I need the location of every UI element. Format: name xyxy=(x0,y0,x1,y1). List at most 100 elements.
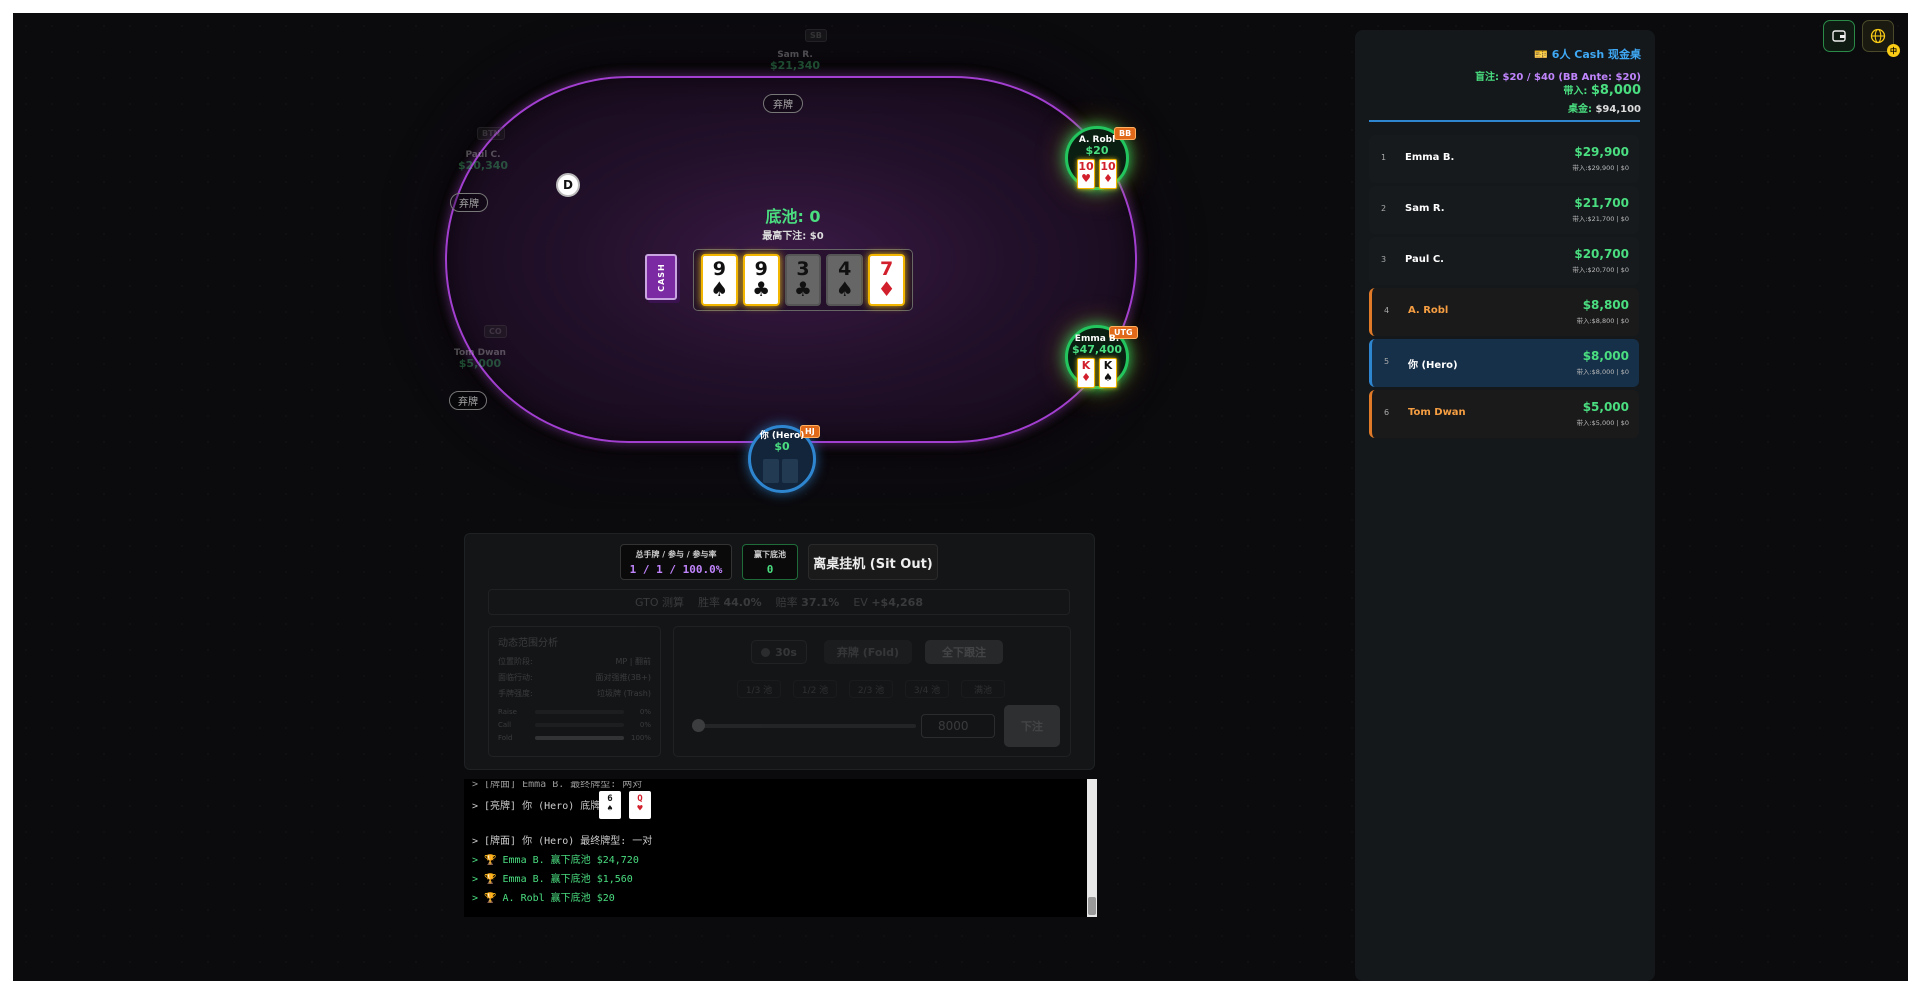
board-card: 3 ♣ xyxy=(784,254,822,306)
player-stack: $20,340 xyxy=(457,159,509,173)
seat-co: Tom Dwan $5,000 xyxy=(440,348,520,371)
pot-total: 底池: 0 xyxy=(765,207,821,226)
player-stack: $0 xyxy=(774,440,790,454)
preset-button[interactable]: 1/3 池 xyxy=(737,680,781,698)
log-card: 6 ♠ xyxy=(599,791,621,819)
seat-btn: Paul C. $20,340 xyxy=(443,150,523,173)
seat-utg-hole-cards: K ♦ K ♠ xyxy=(1077,358,1117,388)
bet-button[interactable]: 下注 xyxy=(1004,705,1060,747)
total-chips-info: 桌金: $94,100 xyxy=(1567,104,1641,115)
ev-value: EV +$4,268 xyxy=(853,595,923,609)
log-line: > [牌面] Emma B. 最终牌型: 两对 xyxy=(472,781,643,789)
card-back xyxy=(782,459,798,483)
table-sidebar: 🎫 6人 Cash 现金桌 盲注: $20 / $40 (BB Ante: $2… xyxy=(1355,30,1655,981)
range-title: 动态范围分析 xyxy=(498,638,558,649)
seat-utg: Emma B. $47,400 xyxy=(1057,334,1137,357)
max-bet: 最高下注: $0 xyxy=(762,231,824,242)
log-line: > 🏆 A. Robl 赢下底池 $20 xyxy=(472,893,615,904)
deck: CASH xyxy=(645,254,677,300)
win-rate: 胜率 44.0% xyxy=(698,596,762,609)
hands-stats: 总手牌 / 参与 / 参与率 1 / 1 / 100.0% xyxy=(620,544,732,580)
seat-btn-badge: BTN xyxy=(477,121,506,140)
blinds-info: 盲注: $20 / $40 (BB Ante: $20) xyxy=(1475,72,1641,83)
board-card: 9 ♠ xyxy=(701,254,738,306)
wallet-icon xyxy=(1832,30,1846,42)
board-card: 9 ♣ xyxy=(742,254,780,306)
sidebar-divider xyxy=(1369,120,1640,122)
leaderboard-row: 6 Tom Dwan $5,000 带入:$5,000 | $0 xyxy=(1369,390,1639,438)
wallet-button[interactable] xyxy=(1823,20,1855,52)
log-card: Q ♥ xyxy=(629,791,651,819)
seat-bb: A. Robl $20 xyxy=(1057,135,1137,158)
log-scrollbar-thumb[interactable] xyxy=(1088,897,1096,915)
range-row: 面临行动: 面对强推(3B+) xyxy=(498,673,651,682)
seat-sb-badge: SB xyxy=(805,23,827,42)
leaderboard-row: 5你 (Hero) $8,000 带入:$8,000 | $0 xyxy=(1369,339,1639,387)
hole-card: 10 ♥ xyxy=(1077,159,1095,189)
dealer-button: D xyxy=(556,173,580,197)
table-title: 🎫 6人 Cash 现金桌 xyxy=(1534,48,1641,61)
range-row: 位置阶段: MP | 翻前 xyxy=(498,657,651,666)
seat-btn-fold-status: 弃牌 xyxy=(450,193,488,212)
player-stack: $21,340 xyxy=(769,59,821,73)
all-in-call-button[interactable]: 全下跟注 xyxy=(925,640,1003,664)
log-line: > [牌面] 你 (Hero) 最终牌型: 一对 xyxy=(472,836,653,847)
preset-button[interactable]: 满池 xyxy=(961,680,1005,698)
player-stack: $47,400 xyxy=(1071,343,1123,357)
bet-presets: 1/3 池 1/2 池 2/3 池 3/4 池满池 xyxy=(737,680,1005,698)
fold-button[interactable]: 弃牌 (Fold) xyxy=(824,640,912,664)
bet-amount-input[interactable]: 8000 xyxy=(921,714,995,738)
language-badge: 中 xyxy=(1887,44,1900,57)
gto-label: GTO 测算 xyxy=(634,596,684,609)
board-card: 7 ♦ xyxy=(868,254,905,306)
seat-bb-hole-cards: 10 ♥ 10 ♦ xyxy=(1077,159,1117,189)
freq-row: Fold 100% xyxy=(498,734,651,742)
hands-stats-label: 总手牌 / 参与 / 参与率 xyxy=(635,550,717,559)
preset-button[interactable]: 1/2 池 xyxy=(793,680,837,698)
seat-co-badge: CO xyxy=(484,319,507,338)
seat-co-fold-status: 弃牌 xyxy=(449,391,487,410)
seat-sb-fold-status: 弃牌 xyxy=(763,94,803,113)
hands-stats-value: 1 / 1 / 100.0% xyxy=(629,563,723,576)
globe-icon xyxy=(1870,28,1886,44)
pot-odds: 赔率 37.1% xyxy=(775,596,840,609)
freq-row: Raise 0% xyxy=(498,708,651,716)
preset-button[interactable]: 3/4 池 xyxy=(905,680,949,698)
range-analysis: 动态范围分析 位置阶段: MP | 翻前 面临行动: 面对强推(3B+) 手牌强度: 垃圾… xyxy=(488,626,661,757)
log-line: > [亮牌] 你 (Hero) 底牌: xyxy=(472,801,607,812)
log-scrollbar[interactable] xyxy=(1087,779,1097,917)
deck-label: CASH xyxy=(656,262,666,292)
leaderboard-row: 3 Paul C. $20,700 带入:$20,700 | $0 xyxy=(1369,237,1639,285)
seat-hero: 你 (Hero) $0 xyxy=(742,431,822,454)
leaderboard-row: 2 Sam R. $21,700 带入:$21,700 | $0 xyxy=(1369,186,1639,234)
range-row: 手牌强度: 垃圾牌 (Trash) xyxy=(498,689,651,698)
slider-handle[interactable] xyxy=(692,719,705,732)
card-back xyxy=(763,459,779,483)
hole-card: K ♦ xyxy=(1077,358,1095,388)
timer-dot-icon xyxy=(761,647,771,657)
pots-won-value: 0 xyxy=(766,563,774,576)
action-timer: 30s xyxy=(751,640,807,664)
leaderboard-row: 1 Emma B. $29,900 带入:$29,900 | $0 xyxy=(1369,135,1639,183)
hole-card: 10 ♦ xyxy=(1099,159,1117,189)
board-card: 4 ♠ xyxy=(826,254,864,306)
log-line: > 🏆 Emma B. 赢下底池 $24,720 xyxy=(472,855,639,866)
community-board: 9 ♠ 9 ♣ 3 ♣ 4 ♠ 7 ♦ xyxy=(693,249,913,311)
position-badge: CO xyxy=(484,325,507,338)
game-log: > [牌面] Emma B. 最终牌型: 两对 > [亮牌] 你 (Hero) … xyxy=(464,779,1097,917)
leaderboard-row: 4 A. Robl $8,800 带入:$8,800 | $0 xyxy=(1369,288,1639,336)
player-stack: $20 xyxy=(1085,144,1109,158)
freq-row: Call 0% xyxy=(498,721,651,729)
bet-slider[interactable] xyxy=(692,719,916,732)
preset-button[interactable]: 2/3 池 xyxy=(849,680,893,698)
log-line: > 🏆 Emma B. 赢下底池 $1,560 xyxy=(472,874,633,885)
seat-sb: Sam R. $21,340 xyxy=(755,50,835,73)
gto-strip: GTO 测算 胜率 44.0% 赔率 37.1% EV +$4,268 xyxy=(488,589,1070,615)
position-badge: BTN xyxy=(477,127,506,140)
hole-card: K ♠ xyxy=(1099,358,1117,388)
buyin-info: 带入: $8,000 xyxy=(1563,83,1641,98)
hero-hole-cards-hidden xyxy=(763,459,798,483)
position-badge: SB xyxy=(805,29,827,42)
player-stack: $5,000 xyxy=(458,357,502,371)
sit-out-button[interactable]: 离桌挂机 (Sit Out) xyxy=(808,544,938,580)
